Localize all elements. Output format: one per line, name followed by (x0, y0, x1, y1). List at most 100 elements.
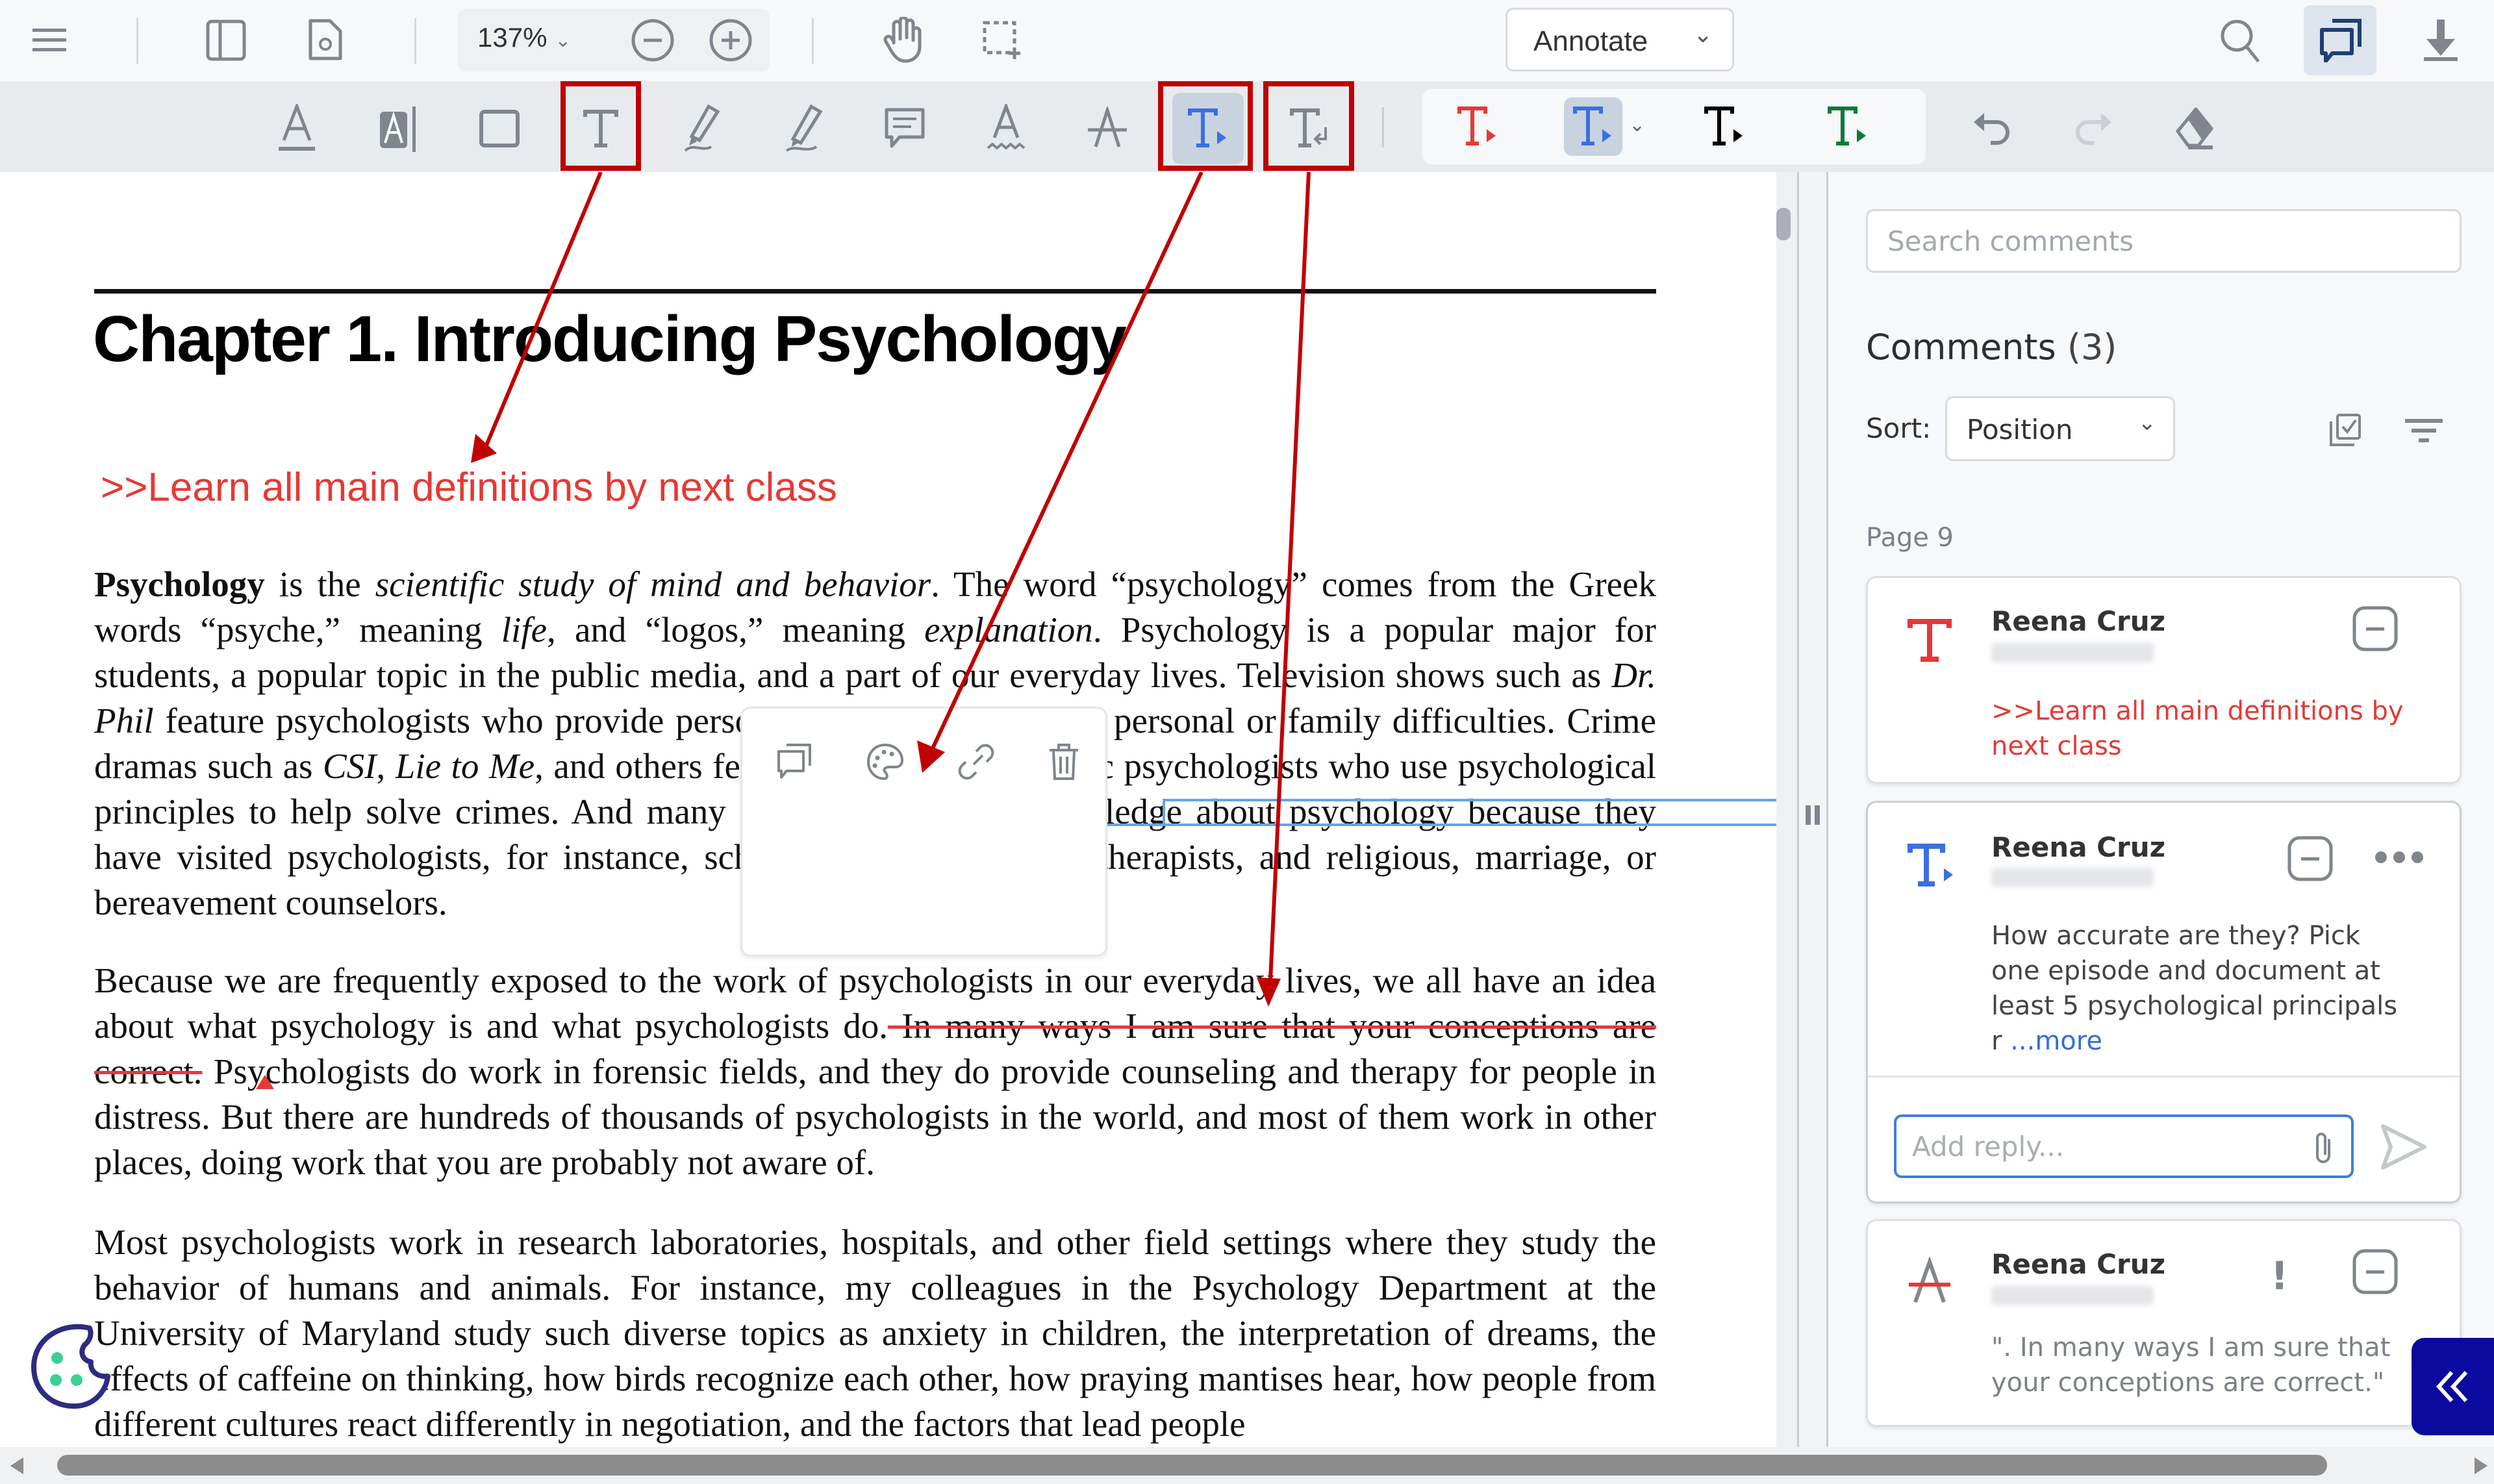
toolbar-divider (414, 18, 416, 64)
filter-icon (2405, 419, 2443, 442)
comment-author: Reena Cruz (1991, 831, 2166, 863)
callout-arrow (1268, 172, 1311, 994)
panel-resize-handle[interactable] (1797, 172, 1828, 1447)
comment-card[interactable]: Reena Cruz ! ". In many ways I am sure t… (1866, 1219, 2462, 1427)
search-comments-field[interactable] (1866, 209, 2462, 273)
text-highlight-icon (380, 107, 416, 152)
comment-timestamp-redacted (1991, 868, 2154, 887)
eraser-tool[interactable] (2159, 93, 2230, 164)
sort-label: Sort: (1866, 412, 1932, 444)
search-button[interactable] (2215, 16, 2264, 65)
preset-green[interactable] (1812, 91, 1883, 162)
reply-input[interactable] (1896, 1117, 2260, 1176)
comment-card-selected[interactable]: Reena Cruz How accurate are they? Pick o… (1866, 801, 2462, 1203)
reply-divider (1868, 1075, 2460, 1077)
freehand-highlight-tool[interactable] (666, 93, 738, 164)
search-comments-input[interactable] (1868, 211, 2460, 271)
attachment-icon[interactable] (2311, 1130, 2337, 1166)
freehand-draw-tool[interactable] (768, 93, 839, 164)
page-group-label: Page 9 (1866, 523, 1954, 553)
hand-pan-icon (883, 17, 922, 63)
toolbar-divider (1382, 107, 1384, 147)
show-more-link[interactable]: ...more (2010, 1026, 2102, 1056)
scroll-thumb[interactable] (57, 1455, 2327, 1476)
chevron-down-icon: ⌄ (1693, 21, 1713, 48)
strikeout-type-icon (1909, 1257, 1950, 1303)
note-comment-icon (885, 108, 925, 148)
preset-red[interactable] (1442, 91, 1513, 162)
chevron-down-icon[interactable]: ⌄ (1629, 114, 1645, 136)
comment-author: Reena Cruz (1991, 605, 2166, 637)
mark-status-button[interactable] (2352, 605, 2399, 652)
text-insert-blue-icon (1573, 107, 1611, 145)
chevron-down-icon: ⌄ (555, 30, 572, 51)
comments-panel-toggle[interactable] (2304, 5, 2376, 75)
download-icon (2424, 19, 2458, 61)
priority-indicator[interactable]: ! (2271, 1253, 2288, 1299)
scroll-left-arrow-icon[interactable] (9, 1456, 25, 1476)
download-button[interactable] (2416, 16, 2465, 65)
marquee-select-button[interactable] (977, 16, 1027, 65)
callout-box (1158, 81, 1253, 171)
grip-icon (1806, 805, 1811, 825)
mark-status-button[interactable] (2287, 835, 2334, 882)
send-reply-button[interactable] (2378, 1121, 2430, 1173)
toggle-sidebar-button[interactable] (201, 16, 251, 65)
redo-button[interactable] (2058, 93, 2129, 164)
rectangle-tool[interactable] (464, 93, 535, 164)
zoom-level-dropdown[interactable]: 137% ⌄ (477, 22, 571, 53)
scroll-right-arrow-icon[interactable] (2473, 1456, 2489, 1476)
grip-icon (1815, 805, 1820, 825)
text-squiggly-icon (987, 104, 1026, 150)
reply-field[interactable] (1894, 1114, 2354, 1178)
text-insert-style-presets: ⌄ (1422, 89, 1926, 164)
document-horizontal-scrollbar[interactable] (0, 1447, 2494, 1484)
comments-title: Comments (3) (1866, 327, 2117, 368)
collapse-panel-button[interactable] (2412, 1338, 2494, 1435)
document-viewport[interactable]: Chapter 1. Introducing Psychology >>Lear… (0, 172, 1776, 1447)
sticky-note-tool[interactable] (869, 93, 940, 164)
arrowhead (917, 740, 945, 773)
eraser-icon (2176, 107, 2213, 149)
rectangle-icon (479, 110, 520, 147)
document-settings-button[interactable] (300, 16, 349, 65)
cookie-icon (31, 1324, 110, 1409)
sort-select[interactable]: Position ⌄ (1945, 396, 2175, 461)
underline-tool[interactable] (261, 93, 333, 164)
squiggly-tool[interactable] (970, 93, 1042, 164)
sidebar-panel-icon (206, 19, 246, 61)
callout-box (561, 81, 641, 171)
multi-select-check-icon (2330, 414, 2361, 446)
document-vertical-scrollbar[interactable] (1776, 172, 1797, 1447)
pan-tool-button[interactable] (878, 16, 927, 65)
comment-body: ". In many ways I am sure that your conc… (1991, 1333, 2391, 1398)
cookie-consent-button[interactable] (25, 1322, 116, 1413)
hamburger-menu-button[interactable] (25, 16, 74, 65)
toolbar-divider (136, 18, 138, 64)
multi-select-button[interactable] (2327, 412, 2363, 449)
comment-card[interactable]: Reena Cruz >>Learn all main definitions … (1866, 576, 2462, 784)
mode-select[interactable]: Annotate ⌄ (1505, 8, 1734, 71)
zoom-out-icon (631, 19, 674, 62)
document-gear-icon (309, 19, 342, 60)
text-strikeout-icon (1088, 107, 1127, 147)
zoom-in-icon (709, 19, 752, 62)
chevron-down-icon: ⌄ (2137, 410, 2157, 436)
zoom-in-button[interactable] (706, 16, 755, 65)
text-underline-icon (279, 104, 315, 151)
zoom-controls: 137% ⌄ (458, 9, 770, 71)
preset-blue-selected[interactable] (1564, 97, 1622, 156)
more-options-icon[interactable] (2374, 849, 2424, 865)
comments-panel: Comments (3) Sort: Position ⌄ Page 9 Ree… (1828, 172, 2494, 1447)
comments-icon (2320, 19, 2362, 62)
callout-arrow (927, 172, 1203, 758)
filter-button[interactable] (2405, 418, 2443, 444)
scroll-thumb[interactable] (1776, 208, 1791, 240)
strikeout-tool[interactable] (1072, 93, 1143, 164)
annotation-toolbar: ⌄ (0, 81, 2494, 172)
undo-button[interactable] (1956, 93, 2028, 164)
mark-status-button[interactable] (2352, 1248, 2399, 1295)
preset-black[interactable] (1689, 91, 1760, 162)
highlight-text-tool[interactable] (362, 93, 434, 164)
zoom-out-button[interactable] (628, 16, 677, 65)
